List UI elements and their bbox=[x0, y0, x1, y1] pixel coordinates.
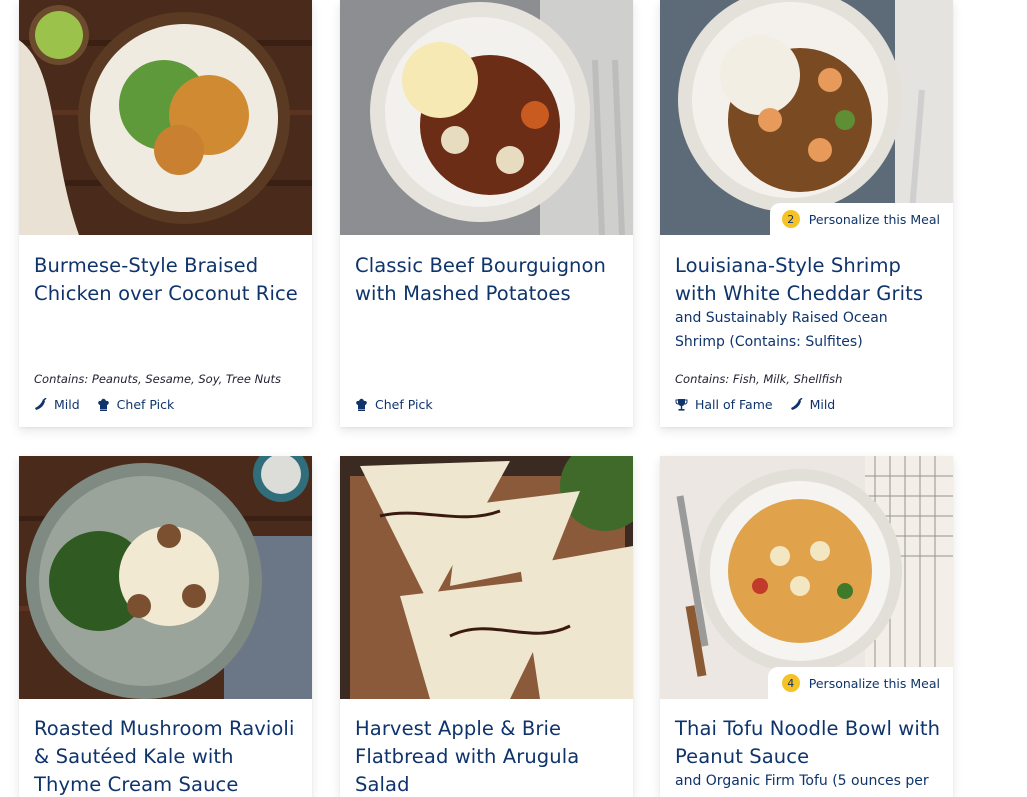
meal-title[interactable]: Thai Tofu Noodle Bowl with Peanut Sauce bbox=[675, 715, 941, 771]
meal-image[interactable] bbox=[19, 0, 312, 235]
allergen-info: Contains: Peanuts, Sesame, Soy, Tree Nut… bbox=[34, 372, 281, 386]
tag-hall-of-fame: Hall of Fame bbox=[675, 397, 773, 412]
meal-subtitle: and Organic Firm Tofu (5 ounces per bbox=[675, 773, 929, 789]
meal-card-mushroom-ravioli[interactable]: Roasted Mushroom Ravioli & Sautéed Kale … bbox=[19, 456, 312, 797]
tag-chef-pick: Chef Pick bbox=[355, 397, 433, 412]
tag-label: Chef Pick bbox=[116, 397, 175, 412]
tag-label: Mild bbox=[809, 397, 836, 412]
allergen-info: Contains: Fish, Milk, Shellfish bbox=[675, 372, 843, 386]
pepper-icon bbox=[35, 398, 47, 410]
tag-mild: Mild bbox=[34, 397, 80, 412]
meal-tags: Mild Chef Pick bbox=[34, 397, 191, 412]
meal-tags: Chef Pick bbox=[355, 397, 450, 412]
personalize-count: 2 bbox=[781, 210, 800, 228]
tag-label: Hall of Fame bbox=[695, 397, 773, 412]
meal-card-burmese-chicken[interactable]: Burmese-Style Braised Chicken over Cocon… bbox=[19, 0, 312, 427]
meal-image[interactable]: 2 Personalize this Meal bbox=[660, 0, 953, 235]
meal-title[interactable]: Harvest Apple & Brie Flatbread with Arug… bbox=[355, 715, 621, 797]
tag-label: Mild bbox=[54, 397, 80, 412]
trophy-icon bbox=[675, 399, 688, 411]
meal-image[interactable] bbox=[340, 0, 633, 235]
meal-image[interactable] bbox=[340, 456, 633, 699]
meal-tags: Hall of Fame Mild bbox=[675, 397, 852, 412]
meal-card-apple-brie-flatbread[interactable]: Harvest Apple & Brie Flatbread with Arug… bbox=[340, 456, 633, 797]
chef-hat-icon bbox=[97, 398, 109, 411]
meal-card-louisiana-shrimp[interactable]: 2 Personalize this Meal Louisiana-Style … bbox=[660, 0, 953, 427]
meal-image[interactable]: 4 Personalize this Meal bbox=[660, 456, 953, 699]
meal-card-thai-tofu-noodle[interactable]: 4 Personalize this Meal Thai Tofu Noodle… bbox=[660, 456, 953, 797]
meal-title[interactable]: Roasted Mushroom Ravioli & Sautéed Kale … bbox=[34, 715, 300, 797]
meal-title[interactable]: Louisiana-Style Shrimp with White Chedda… bbox=[675, 252, 941, 308]
personalize-count: 4 bbox=[781, 674, 800, 692]
meal-title[interactable]: Burmese-Style Braised Chicken over Cocon… bbox=[34, 252, 300, 308]
personalize-meal-badge[interactable]: 4 Personalize this Meal bbox=[767, 667, 953, 699]
meal-card-beef-bourguignon[interactable]: Classic Beef Bourguignon with Mashed Pot… bbox=[340, 0, 633, 427]
personalize-label: Personalize this Meal bbox=[808, 211, 940, 227]
chef-hat-icon bbox=[356, 398, 367, 411]
tag-chef-pick: Chef Pick bbox=[97, 397, 175, 412]
meal-subtitle: and Sustainably Raised Ocean Shrimp (Con… bbox=[675, 310, 888, 350]
personalize-label: Personalize this Meal bbox=[808, 675, 940, 691]
meal-image[interactable] bbox=[19, 456, 312, 699]
tag-label: Chef Pick bbox=[375, 397, 433, 412]
tag-mild: Mild bbox=[790, 397, 836, 412]
personalize-meal-badge[interactable]: 2 Personalize this Meal bbox=[769, 203, 953, 235]
pepper-icon bbox=[790, 398, 803, 410]
meal-title[interactable]: Classic Beef Bourguignon with Mashed Pot… bbox=[355, 252, 621, 308]
